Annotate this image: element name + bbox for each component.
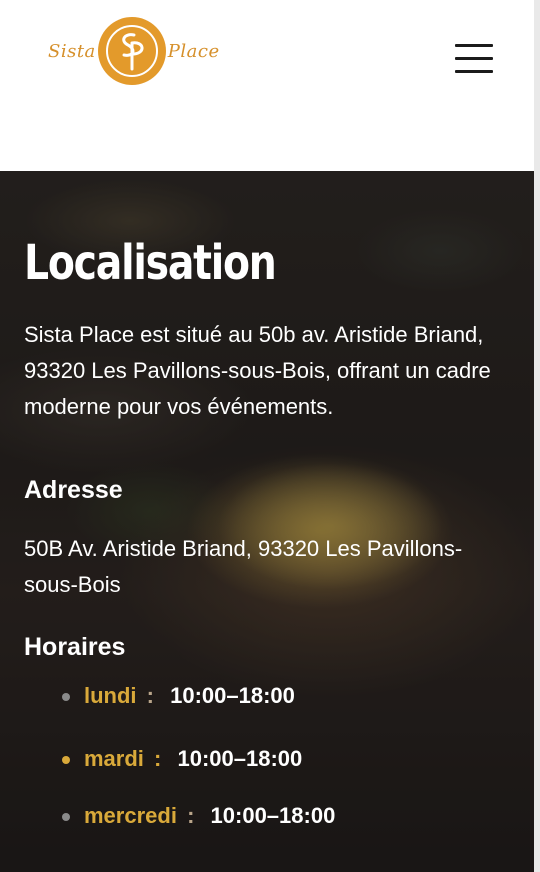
scrollbar-track[interactable] (534, 0, 540, 872)
hours-heading: Horaires (24, 633, 126, 661)
day-label: lundi (84, 683, 137, 708)
logo-monogram-icon (97, 17, 166, 85)
site-logo[interactable]: Sista Place (48, 16, 220, 86)
intro-text: Sista Place est situé au 50b av. Aristid… (24, 322, 491, 419)
page-title: Localisation (24, 235, 277, 291)
day-label: mardi (84, 746, 144, 771)
address-text: 50B Av. Aristide Briand, 93320 Les Pavil… (24, 536, 463, 597)
hours-item-wednesday: mercredi : 10:00–18:00 (62, 801, 335, 831)
time-range: 10:00–18:00 (210, 803, 336, 828)
hours-item-monday: lundi : 10:00–18:00 (62, 681, 295, 711)
localisation-section: Localisation Sista Place est situé au 50… (0, 171, 534, 872)
site-header: Sista Place (0, 0, 540, 171)
time-range: 10:00–18:00 (177, 746, 303, 771)
bullet-icon (62, 813, 70, 821)
bullet-icon (62, 693, 70, 701)
bullet-icon (62, 756, 70, 764)
hours-item-tuesday: mardi : 10:00–18:00 (62, 744, 302, 774)
day-colon: : (154, 746, 162, 771)
menu-line (455, 57, 493, 60)
day-colon: : (187, 803, 195, 828)
time-range: 10:00–18:00 (170, 683, 295, 708)
monogram-svg (105, 25, 158, 77)
address-heading: Adresse (24, 476, 123, 504)
day-label: mercredi (84, 803, 177, 828)
hamburger-menu-icon[interactable] (455, 44, 493, 74)
menu-line (455, 44, 493, 47)
menu-line (455, 70, 493, 73)
logo-word-left: Sista (48, 40, 96, 62)
logo-word-right: Place (167, 40, 220, 62)
day-colon: : (146, 683, 154, 708)
